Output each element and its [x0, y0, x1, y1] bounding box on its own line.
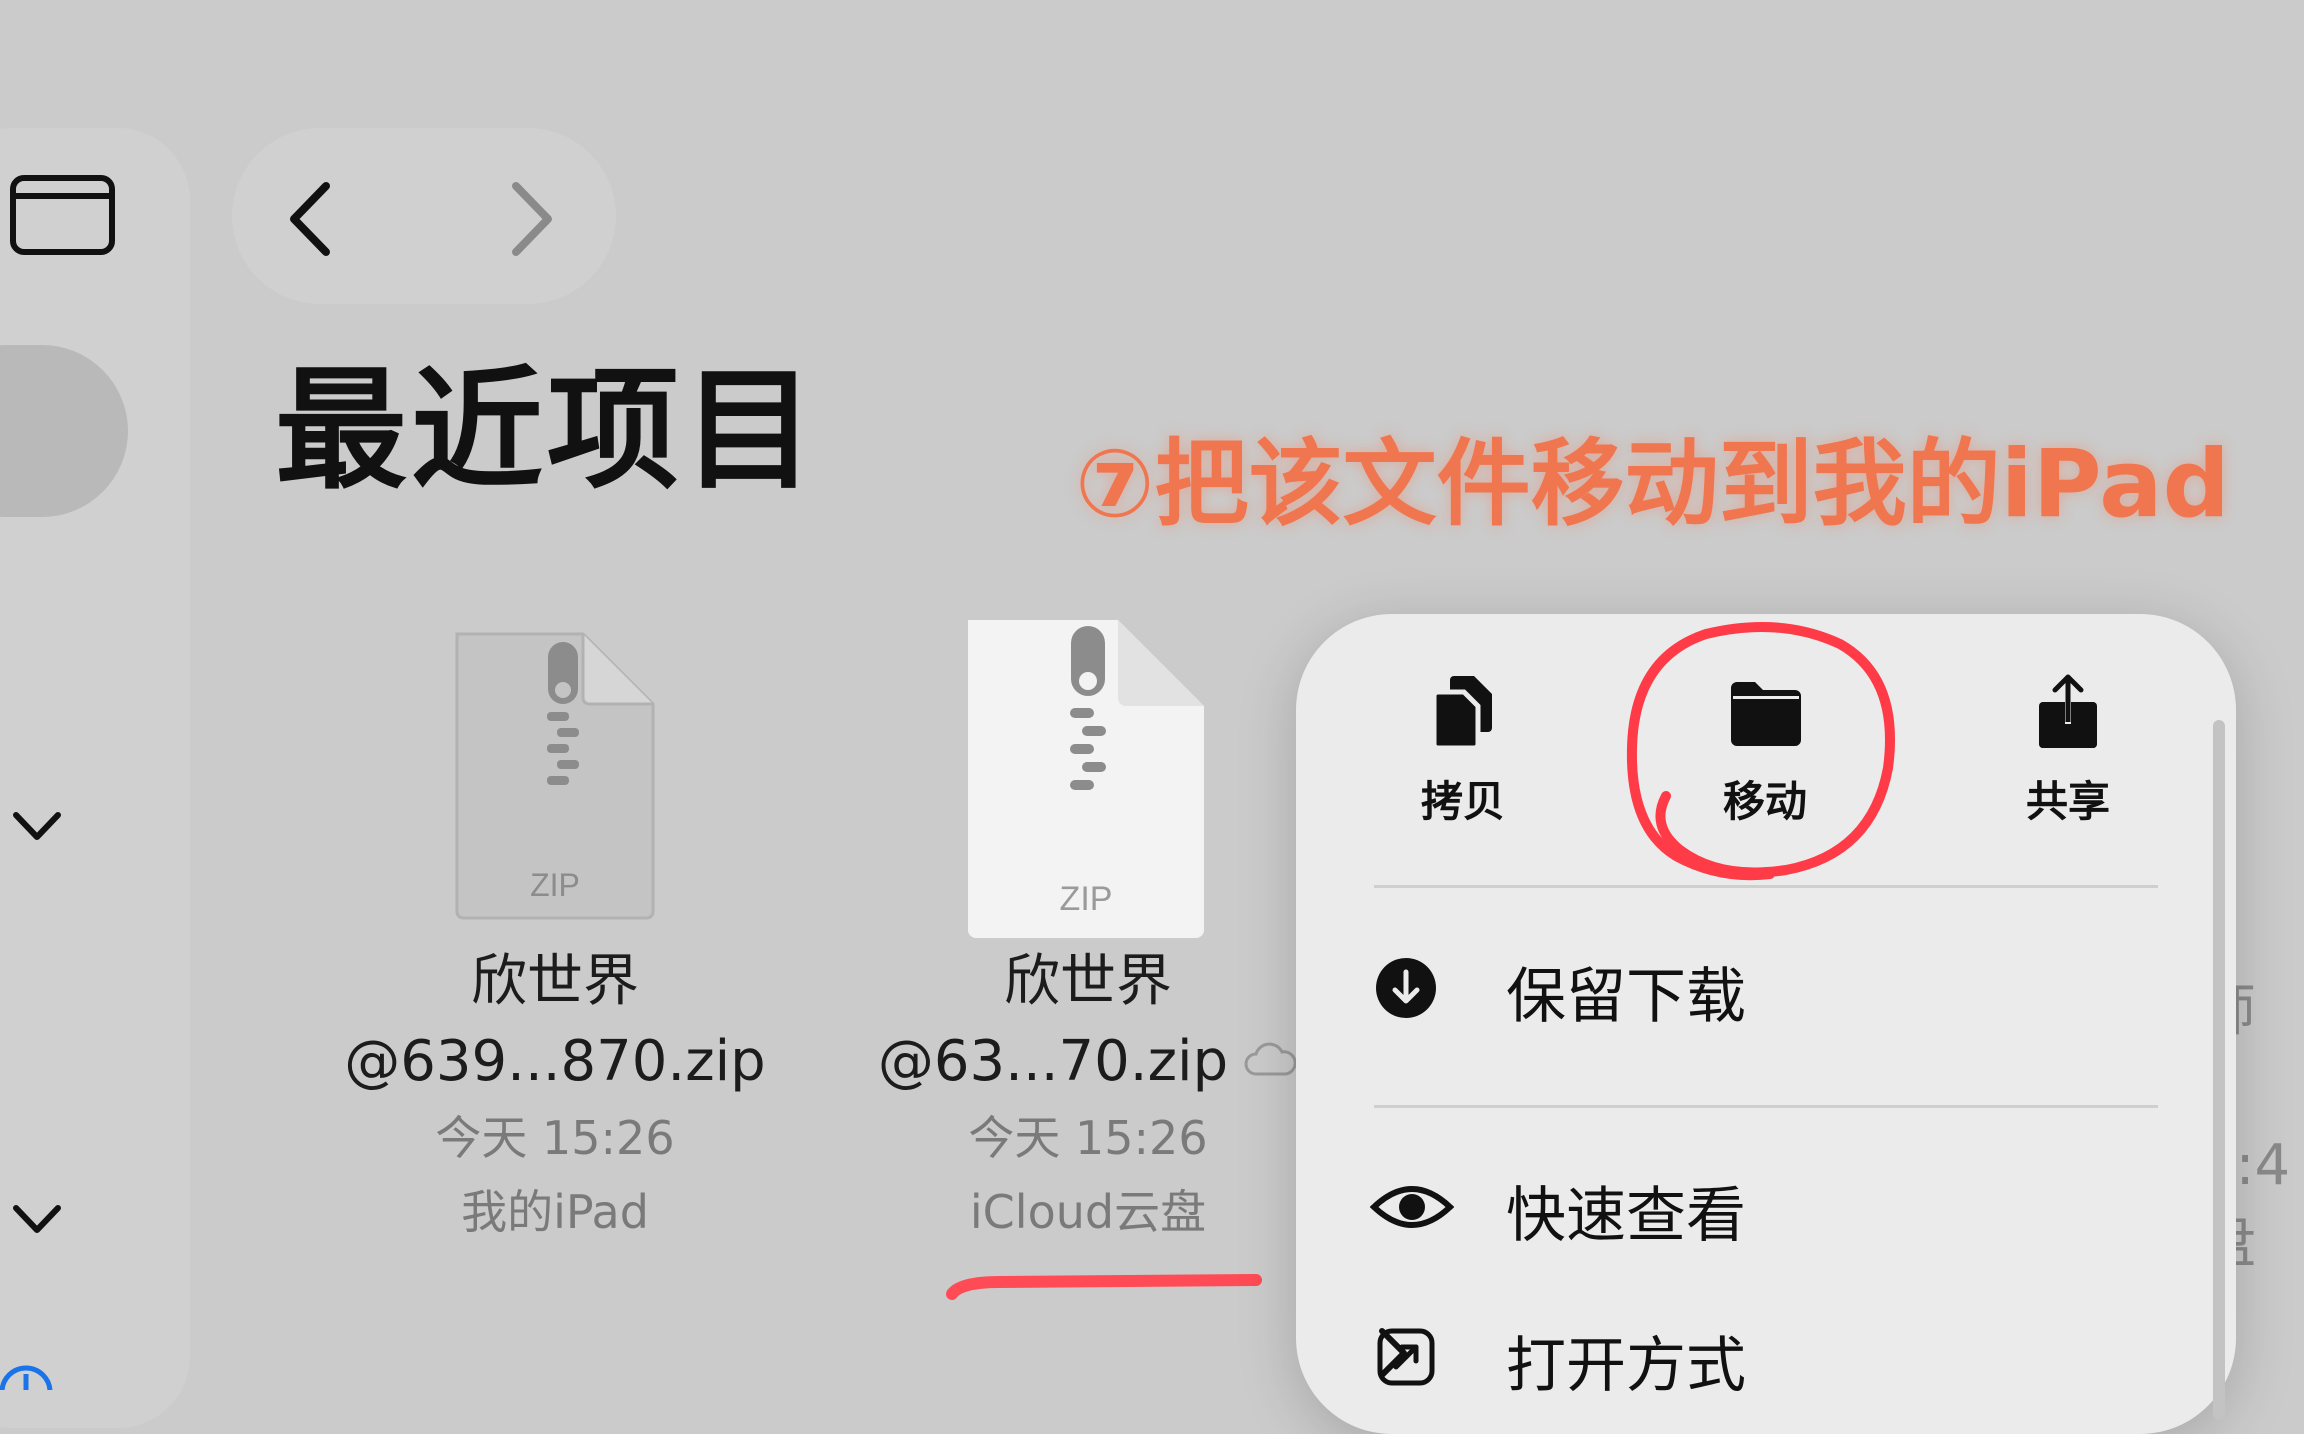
download-circle-icon: [1376, 958, 1436, 1018]
file-name: @639...870.zip: [344, 1029, 766, 1094]
tutorial-annotation: ⑦把该文件移动到我的iPad: [1075, 430, 2230, 539]
share-button[interactable]: 共享: [1988, 672, 2148, 829]
zip-file-icon: ZIP: [968, 620, 1204, 938]
file-location: 我的iPad: [461, 1185, 649, 1239]
file-item-selected[interactable]: ZIP 欣世界 @63...70.zip 今天 15:26 iCloud云盘: [858, 612, 1318, 1250]
red-circle-mark: [1626, 621, 1895, 881]
open-with-item[interactable]: 打开方式: [1374, 1310, 2158, 1420]
menu-separator: [1374, 885, 2158, 888]
download-progress-icon[interactable]: [0, 1356, 60, 1390]
file-name: 欣世界: [1004, 949, 1172, 1014]
copy-label: 拷贝: [1420, 777, 1505, 826]
sidebar-toggle-icon[interactable]: [10, 175, 115, 255]
file-location: iCloud云盘: [969, 1185, 1207, 1239]
keep-downloaded-item[interactable]: 保留下载: [1374, 941, 2158, 1051]
forward-chevron-icon[interactable]: [490, 174, 570, 264]
zip-label: ZIP: [1060, 880, 1113, 918]
file-item[interactable]: ZIP 欣世界 @639...870.zip 今天 15:26 我的iPad: [325, 612, 785, 1250]
open-with-label: 打开方式: [1506, 1331, 1746, 1401]
menu-separator: [1374, 1105, 2158, 1108]
zip-label: ZIP: [530, 867, 580, 903]
file-name-text: @63...70.zip: [877, 1029, 1229, 1094]
menu-scrollbar[interactable]: [2213, 720, 2225, 1420]
quick-look-item[interactable]: 快速查看: [1370, 1160, 2158, 1270]
copy-button[interactable]: 拷贝: [1383, 672, 1543, 829]
chevron-down-icon[interactable]: [10, 805, 64, 845]
share-icon: [2039, 674, 2097, 748]
page-title: 最近项目: [275, 354, 819, 508]
file-name: @63...70.zip: [858, 1022, 1318, 1102]
back-chevron-icon[interactable]: [272, 174, 352, 264]
file-name: 欣世界: [471, 949, 639, 1014]
copy-icon: [1431, 676, 1492, 751]
chevron-down-icon[interactable]: [10, 1198, 64, 1238]
chevron-right-icon: [1379, 1328, 1407, 1378]
keep-downloaded-label: 保留下载: [1506, 962, 1746, 1032]
file-date: 今天 15:26: [435, 1111, 675, 1165]
red-underline-mark: [946, 1274, 1262, 1300]
file-date: 今天 15:26: [968, 1111, 1208, 1165]
eye-icon: [1370, 1186, 1454, 1228]
share-label: 共享: [2025, 777, 2110, 826]
zip-file-icon: ZIP: [455, 632, 655, 920]
cloud-icon: [1244, 1042, 1297, 1076]
quick-look-label: 快速查看: [1506, 1181, 1746, 1251]
